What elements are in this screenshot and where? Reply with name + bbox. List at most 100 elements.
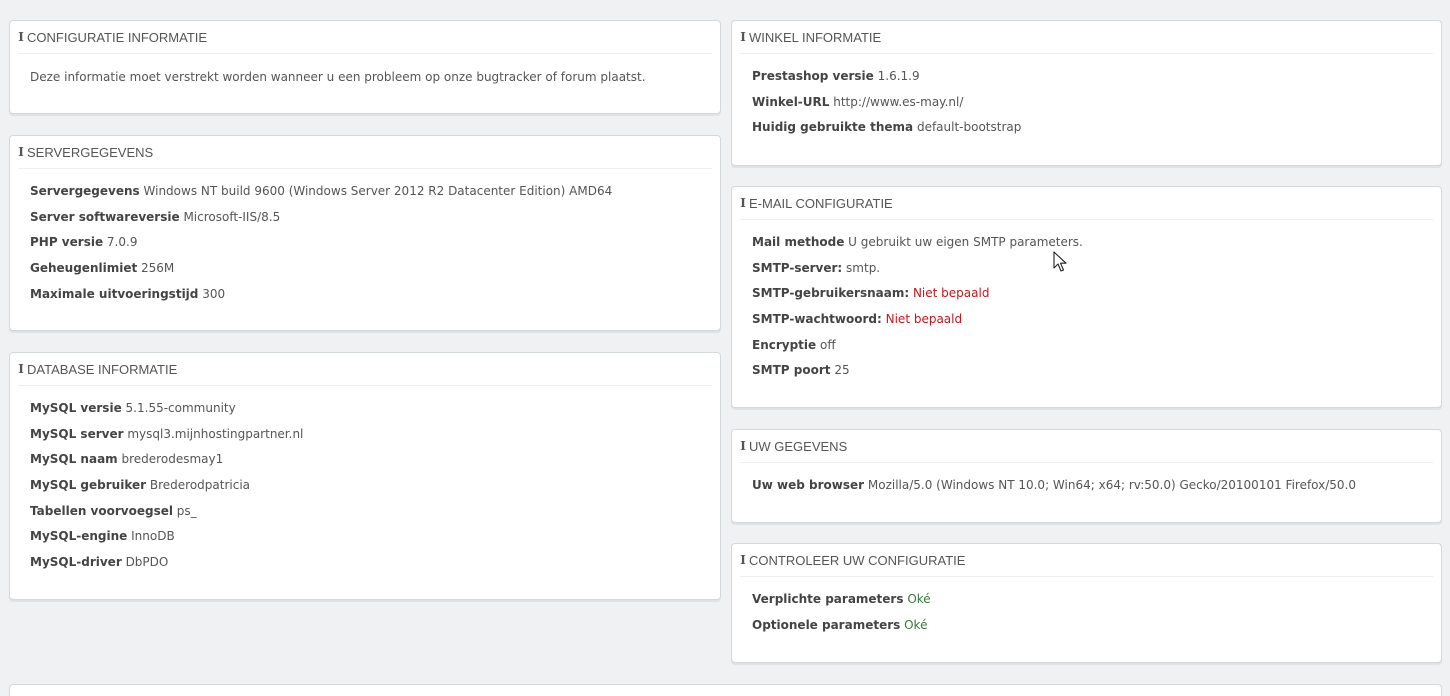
shop-url[interactable]: http://www.es-may.nl/: [833, 95, 963, 109]
row-label: SMTP-gebruikersnaam:: [752, 286, 910, 301]
row-value: InnoDB: [131, 529, 175, 544]
panel-body: Mail methode U gebruikt uw eigen SMTP pa…: [732, 220, 1441, 384]
info-row: MySQL naam brederodesmay1: [30, 447, 700, 473]
bottom-panel-partial: [9, 684, 1442, 696]
config-info-panel: i CONFIGURATIE INFORMATIE Deze informati…: [9, 20, 721, 114]
info-row: MySQL server mysql3.mijnhostingpartner.n…: [30, 422, 700, 448]
info-row: Tabellen voorvoegsel ps_: [30, 499, 700, 525]
panel-body: MySQL versie 5.1.55-community MySQL serv…: [10, 386, 720, 576]
panel-heading: i CONFIGURATIE INFORMATIE: [18, 21, 712, 54]
panel-heading: i DATABASE INFORMATIE: [18, 353, 712, 386]
row-value: Windows NT build 9600 (Windows Server 20…: [143, 184, 613, 198]
row-label: SMTP poort: [752, 363, 831, 378]
panel-body: Prestashop versie 1.6.1.9 Winkel-URL htt…: [732, 54, 1441, 141]
panel-heading: i CONTROLEER UW CONFIGURATIE: [740, 544, 1433, 577]
row-label: Winkel-URL: [752, 94, 830, 109]
row-value-ok: Oké: [907, 592, 931, 606]
user-panel: i UW GEGEVENS Uw web browser Mozilla/5.0…: [731, 429, 1442, 523]
row-label: Servergegevens: [30, 184, 140, 198]
row-value: 5.1.55-community: [125, 401, 236, 415]
row-value: Microsoft-IIS/8.5: [183, 209, 281, 224]
panel-title: WINKEL INFORMATIE: [749, 29, 882, 45]
panel-title: E-MAIL CONFIGURATIE: [749, 195, 893, 211]
row-value: mysql3.mijnhostingpartner.nl: [127, 426, 304, 441]
row-value: DbPDO: [125, 555, 169, 570]
info-row: SMTP-gebruikersnaam: Niet bepaald: [752, 281, 1421, 307]
row-value: ps_: [176, 503, 197, 518]
row-value-error: Niet bepaald: [912, 286, 990, 301]
info-row: Maximale uitvoeringstijd 300: [30, 282, 700, 308]
row-label: MySQL versie: [30, 401, 122, 415]
info-row: Prestashop versie 1.6.1.9: [752, 64, 1421, 90]
info-row: MySQL-engine InnoDB: [30, 524, 700, 550]
row-value: 300: [202, 286, 226, 301]
row-value: 1.6.1.9: [877, 69, 920, 83]
shop-panel: i WINKEL INFORMATIE Prestashop versie 1.…: [731, 20, 1442, 166]
row-value: brederodesmay1: [121, 452, 224, 467]
row-label: SMTP-wachtwoord:: [752, 312, 882, 327]
panel-title: CONFIGURATIE INFORMATIE: [27, 29, 208, 45]
panel-body: Deze informatie moet verstrekt worden wa…: [10, 54, 720, 88]
panel-title: CONTROLEER UW CONFIGURATIE: [749, 552, 966, 568]
row-label: Uw web browser: [752, 478, 865, 492]
email-panel: i E-MAIL CONFIGURATIE Mail methode U geb…: [731, 186, 1442, 408]
panel-title: UW GEGEVENS: [749, 438, 848, 454]
info-row: SMTP-wachtwoord: Niet bepaald: [752, 307, 1421, 333]
panel-heading: i WINKEL INFORMATIE: [740, 21, 1433, 54]
info-icon: i: [18, 362, 24, 376]
row-label: MySQL naam: [30, 452, 118, 467]
info-row: Mail methode U gebruikt uw eigen SMTP pa…: [752, 230, 1421, 256]
row-label: Maximale uitvoeringstijd: [30, 286, 199, 301]
row-value: U gebruikt uw eigen SMTP parameters.: [848, 235, 1083, 249]
info-row: Geheugenlimiet 256M: [30, 256, 700, 282]
panel-heading: i UW GEGEVENS: [740, 430, 1433, 463]
row-value: smtp.: [846, 260, 881, 275]
info-icon: i: [740, 30, 746, 44]
panel-title: DATABASE INFORMATIE: [27, 361, 178, 377]
panel-title: SERVERGEGEVENS: [27, 144, 154, 160]
row-label: MySQL gebruiker: [30, 478, 147, 493]
panel-heading: i E-MAIL CONFIGURATIE: [740, 187, 1433, 220]
row-value: off: [820, 337, 836, 352]
row-label: MySQL server: [30, 426, 124, 441]
row-label: Encryptie: [752, 337, 817, 352]
row-value: default-bootstrap: [916, 120, 1022, 135]
info-row: MySQL versie 5.1.55-community: [30, 396, 700, 422]
info-row: Server softwareversie Microsoft-IIS/8.5: [30, 205, 700, 231]
row-value: 7.0.9: [106, 235, 138, 250]
server-panel: i SERVERGEGEVENS Servergegevens Windows …: [9, 135, 721, 331]
info-row: PHP versie 7.0.9: [30, 230, 700, 256]
info-icon: i: [18, 145, 24, 159]
info-row: MySQL gebruiker Brederodpatricia: [30, 473, 700, 499]
row-label: PHP versie: [30, 235, 104, 250]
panel-body: Verplichte parameters Oké Optionele para…: [732, 577, 1441, 638]
row-label: Mail methode: [752, 235, 845, 249]
row-label: Tabellen voorvoegsel: [30, 503, 173, 518]
row-label: Geheugenlimiet: [30, 261, 138, 276]
row-label: Prestashop versie: [752, 69, 874, 83]
check-panel: i CONTROLEER UW CONFIGURATIE Verplichte …: [731, 543, 1442, 663]
info-icon: i: [740, 553, 746, 567]
row-value-error: Niet bepaald: [885, 312, 963, 327]
info-row: Huidig gebruikte thema default-bootstrap: [752, 115, 1421, 141]
row-label: MySQL-engine: [30, 529, 128, 544]
info-icon: i: [18, 30, 24, 44]
row-value: Brederodpatricia: [149, 478, 251, 493]
row-value: 25: [834, 363, 850, 378]
info-row: Winkel-URL http://www.es-may.nl/: [752, 90, 1421, 116]
row-label: MySQL-driver: [30, 555, 122, 570]
database-panel: i DATABASE INFORMATIE MySQL versie 5.1.5…: [9, 352, 721, 600]
row-value: 256M: [141, 261, 175, 276]
panel-heading: i SERVERGEGEVENS: [18, 136, 712, 169]
info-row: Verplichte parameters Oké: [752, 587, 1421, 613]
mouse-pointer-icon: [1053, 251, 1067, 272]
info-row: MySQL-driver DbPDO: [30, 550, 700, 576]
config-info-text: Deze informatie moet verstrekt worden wa…: [30, 70, 646, 84]
row-label: Server softwareversie: [30, 209, 180, 224]
panel-body: Uw web browser Mozilla/5.0 (Windows NT 1…: [732, 463, 1441, 499]
info-icon: i: [740, 439, 746, 453]
row-value: Mozilla/5.0 (Windows NT 10.0; Win64; x64…: [867, 478, 1357, 492]
info-row: SMTP poort 25: [752, 358, 1421, 384]
panel-body: Servergegevens Windows NT build 9600 (Wi…: [10, 169, 720, 307]
info-row: Uw web browser Mozilla/5.0 (Windows NT 1…: [752, 473, 1421, 499]
